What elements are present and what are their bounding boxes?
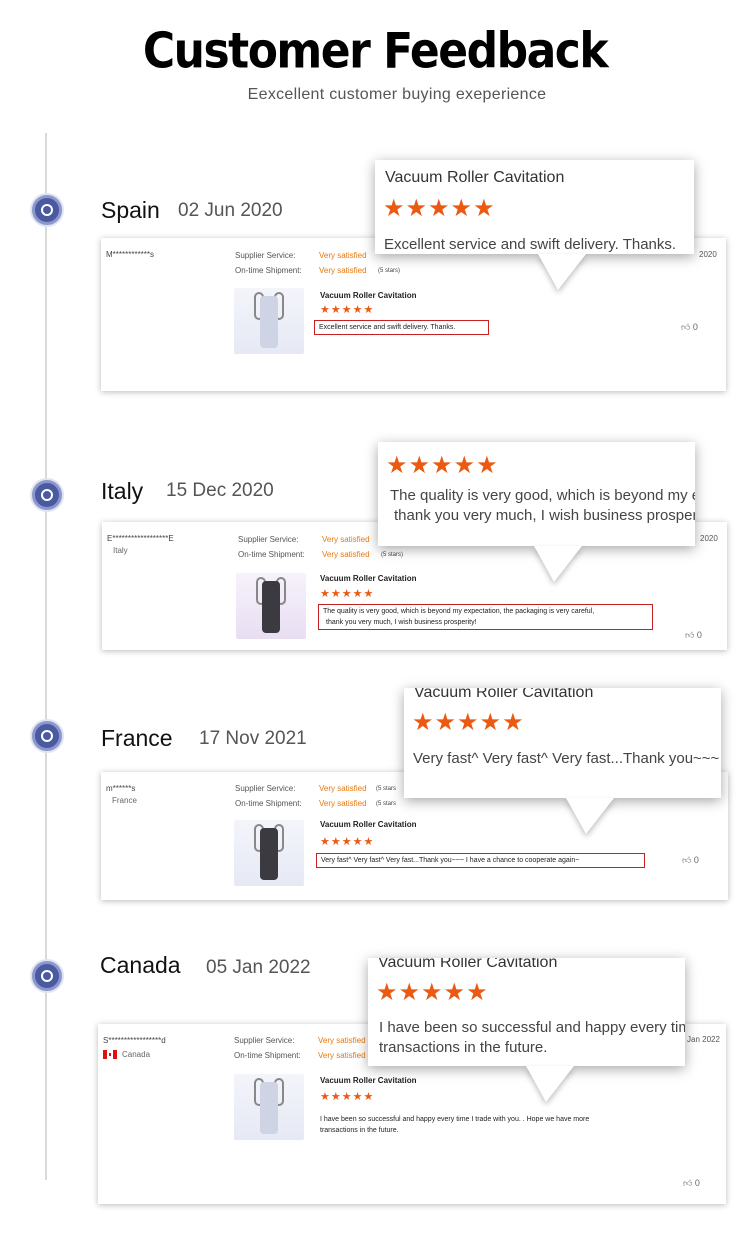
- shipment-stars: (5 stars: [376, 801, 397, 807]
- card-date: 2020: [700, 534, 718, 543]
- bubble-product-name: Vacuum Roller Cavitation: [385, 169, 565, 186]
- supplier-service-value: Very satisfied: [322, 535, 370, 544]
- review-country: Italy: [101, 478, 144, 504]
- rating-stars-icon: ★★★★★: [320, 588, 375, 600]
- bubble-stars-icon: ★★★★★: [386, 452, 499, 479]
- shipment-value: Very satisfied: [318, 1051, 366, 1060]
- shipment-value: Very satisfied: [322, 550, 370, 559]
- supplier-service-value: Very satisfied: [319, 784, 367, 793]
- product-name: Vacuum Roller Cavitation: [320, 291, 417, 300]
- like-button[interactable]: 👍︎ 0: [685, 630, 702, 641]
- product-image: [236, 573, 306, 639]
- reviewer-region: Canada: [122, 1050, 151, 1059]
- review-message: Very fast^ Very fast^ Very fast...Thank …: [316, 853, 645, 868]
- review-bubble: ★★★★★ The quality is very good, which is…: [378, 442, 695, 546]
- thumbs-up-icon: 👍︎: [681, 322, 693, 332]
- product-name: Vacuum Roller Cavitation: [320, 574, 417, 583]
- bubble-text: I have been so successful and happy ever…: [379, 1019, 685, 1056]
- reviewer-name: M************s: [106, 250, 155, 259]
- supplier-service-label: Supplier Service:: [235, 251, 296, 260]
- supplier-service-label: Supplier Service:: [238, 535, 299, 544]
- review-date: 15 Dec 2020: [166, 480, 274, 501]
- shipment-label: On-time Shipment:: [235, 799, 302, 808]
- rating-stars-icon: ★★★★★: [320, 304, 375, 316]
- review-message: I have been so successful and happy ever…: [320, 1116, 590, 1134]
- bubble-product-name: Vacuum Roller Cavitation: [414, 688, 594, 701]
- bubble-tail: [538, 254, 586, 290]
- card-date: 2020: [699, 250, 717, 259]
- review-bubble: Vacuum Roller Cavitation ★★★★★ Excellent…: [375, 160, 694, 254]
- review-country: Canada: [100, 952, 181, 978]
- review-bubble: Vacuum Roller Cavitation ★★★★★ Very fast…: [404, 688, 721, 798]
- timeline-dot-icon: [32, 961, 62, 991]
- card-date: Jan 2022: [687, 1035, 720, 1044]
- shipment-stars: (5 stars): [381, 552, 404, 558]
- shipment-value: Very satisfied: [319, 266, 367, 275]
- review-date: 02 Jun 2020: [178, 200, 283, 221]
- thumbs-up-icon: 👍︎: [683, 1178, 695, 1188]
- review-date: 05 Jan 2022: [206, 957, 311, 978]
- review-message: The quality is very good, which is beyon…: [318, 604, 653, 630]
- supplier-service-label: Supplier Service:: [234, 1036, 295, 1045]
- review-message: Excellent service and swift delivery. Th…: [314, 320, 489, 335]
- product-image: [234, 288, 304, 354]
- bubble-text: The quality is very good, which is beyon…: [390, 487, 695, 524]
- bubble-text: Excellent service and swift delivery. Th…: [384, 236, 677, 253]
- review-country: France: [101, 725, 173, 751]
- supplier-service-value: Very satisfied: [318, 1036, 366, 1045]
- product-name: Vacuum Roller Cavitation: [320, 820, 417, 829]
- thumbs-up-icon: 👍︎: [682, 855, 694, 865]
- thumbs-up-icon: 👍︎: [685, 630, 697, 640]
- review-card: M************s Supplier Service: Very sa…: [101, 238, 726, 391]
- product-image: [234, 1074, 304, 1140]
- like-button[interactable]: 👍︎ 0: [681, 322, 698, 333]
- supplier-service-stars: (5 stars: [376, 786, 397, 792]
- bubble-stars-icon: ★★★★★: [376, 979, 489, 1006]
- page-title: Customer Feedback: [142, 22, 609, 81]
- reviewer-name: S*****************d: [103, 1036, 166, 1045]
- bubble-stars-icon: ★★★★★: [412, 709, 525, 736]
- reviewer-region: Italy: [113, 546, 128, 555]
- bubble-tail: [566, 798, 614, 834]
- shipment-label: On-time Shipment:: [238, 550, 305, 559]
- supplier-service-label: Supplier Service:: [235, 784, 296, 793]
- bubble-stars-icon: ★★★★★: [383, 195, 496, 222]
- reviewer-region: France: [112, 796, 137, 805]
- bubble-product-name: Vacuum Roller Cavitation: [378, 958, 558, 971]
- like-button[interactable]: 👍︎ 0: [683, 1178, 700, 1189]
- reviewer-name: m******s: [106, 784, 136, 793]
- shipment-value: Very satisfied: [319, 799, 367, 808]
- timeline-dot-icon: [32, 721, 62, 751]
- review-date: 17 Nov 2021: [199, 728, 307, 749]
- product-name: Vacuum Roller Cavitation: [320, 1076, 417, 1085]
- rating-stars-icon: ★★★★★: [320, 1091, 375, 1103]
- timeline-dot-icon: [32, 480, 62, 510]
- shipment-stars: (5 stars): [378, 268, 401, 274]
- shipment-label: On-time Shipment:: [234, 1051, 301, 1060]
- product-image: [234, 820, 304, 886]
- page-subtitle: Eexcellent customer buying exeperience: [247, 86, 547, 103]
- review-bubble: Vacuum Roller Cavitation ★★★★★ I have be…: [368, 958, 685, 1066]
- timeline-line: [45, 133, 47, 1180]
- bubble-tail: [534, 546, 582, 582]
- reviewer-name: E******************E: [107, 534, 174, 543]
- shipment-label: On-time Shipment:: [235, 266, 302, 275]
- bubble-text: Very fast^ Very fast^ Very fast...Thank …: [413, 750, 720, 767]
- review-country: Spain: [101, 197, 160, 223]
- rating-stars-icon: ★★★★★: [320, 836, 375, 848]
- canada-flag-icon: [103, 1050, 117, 1059]
- timeline-dot-icon: [32, 195, 62, 225]
- supplier-service-value: Very satisfied: [319, 251, 367, 260]
- bubble-tail: [526, 1066, 574, 1102]
- like-button[interactable]: 👍︎ 0: [682, 855, 699, 866]
